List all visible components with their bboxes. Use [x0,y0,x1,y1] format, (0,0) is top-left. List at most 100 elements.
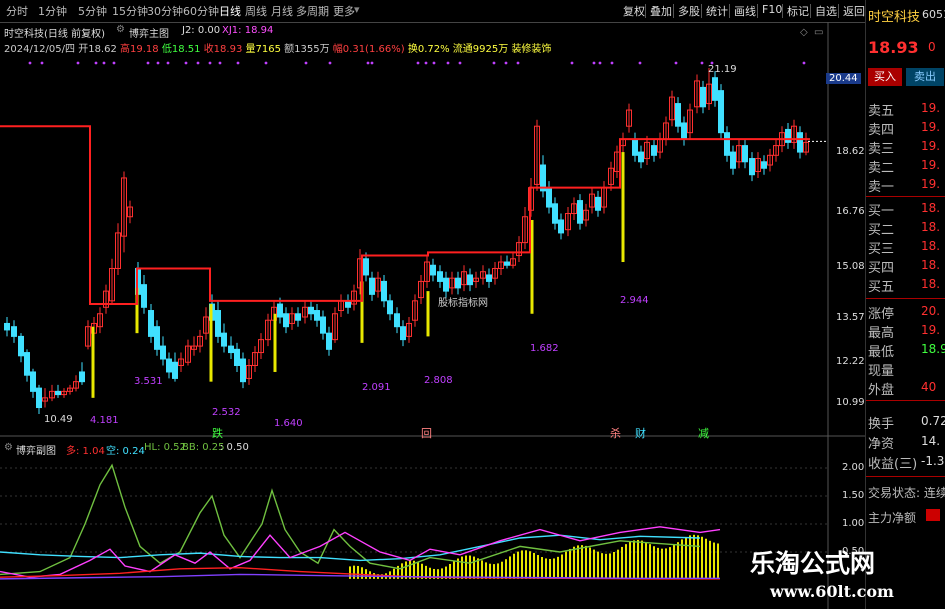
period-tab-5min[interactable]: 5分钟 [78,3,107,19]
price-axis-label: 18.62 [836,146,865,157]
sell-level-2: 卖二 [868,161,895,176]
signal-dot [146,61,150,65]
signal-dot [28,61,32,65]
period-tab-1min[interactable]: 1分钟 [38,3,67,19]
watermark-center-text: 股标指标网 [438,298,488,309]
candle-body [443,277,449,292]
sub-indicator-name[interactable]: 博弈副图 [16,442,56,457]
draw-line-button[interactable]: 画线 [734,3,756,19]
candle-body [724,132,730,156]
main-net-flow[interactable]: 主力净额 [868,509,916,526]
candle-body [277,303,283,318]
back-button[interactable]: 返回 [843,3,865,19]
kline-chart[interactable] [0,22,865,609]
favorite-button[interactable]: 自选 [815,3,837,19]
stat-limit-up: 涨停 [868,307,895,322]
signal-dot [570,61,574,65]
candle-body [363,258,369,276]
signal-dot [674,61,678,65]
signal-dot [432,61,436,65]
multi-stock-button[interactable]: 多股 [678,3,700,19]
candle-body [675,103,681,127]
period-tab-15min[interactable]: 15分钟 [112,3,148,19]
bottom-number-label: 1.682 [530,343,559,354]
overlay-button[interactable]: 叠加 [650,3,672,19]
candle-body [141,284,147,308]
bottom-number-label: 3.531 [134,376,163,387]
sell-level-5: 卖五 [868,104,895,119]
signal-label: 回 [421,427,432,440]
expand-icon[interactable]: ◇ [800,27,808,38]
stock-code: 6051 [922,8,945,21]
bb-value: BB: 0.25 [182,442,225,453]
signal-dot [328,61,332,65]
candle-body [742,145,748,163]
candle-body [381,280,387,302]
more-dropdown-icon[interactable]: ▾ [354,3,360,16]
period-tab-fenshi[interactable]: 分时 [6,3,28,19]
candle-body [400,326,406,341]
period-tab-60min[interactable]: 60分钟 [183,3,219,19]
signal-dot [166,61,170,65]
buy-button[interactable]: 买入 [868,68,902,86]
buy-level-2: 买二 [868,223,895,238]
f10-button[interactable]: F10 [762,3,782,16]
stat-high: 最高 [868,326,895,341]
fuquan-button[interactable]: 复权 [623,3,645,19]
candle-body [320,316,326,334]
stat-outer: 外盘 [868,383,895,398]
price-axis-label: 15.08 [836,261,865,272]
candle-body [160,345,166,360]
period-tab-weekly[interactable]: 周线 [245,3,267,19]
signal-dot [638,61,642,65]
period-toolbar: 分时 1分钟 5分钟 15分钟 30分钟 60分钟 日线 周线 月线 多周期 更… [0,0,865,23]
signal-dot [236,61,240,65]
stats-button[interactable]: 统计 [706,3,728,19]
period-tab-30min[interactable]: 30分钟 [147,3,183,19]
price-change: 0 [928,40,936,54]
indicator-settings-icon[interactable]: ⚙ [116,24,125,35]
candle-body [638,151,644,163]
period-tab-monthly[interactable]: 月线 [271,3,293,19]
candle-body [467,274,473,286]
candle-body [234,348,240,366]
sub-indicator-settings-icon[interactable]: ⚙ [4,442,13,453]
signal-dot [592,61,596,65]
period-tab-daily[interactable]: 日线 [219,3,241,19]
mark-button[interactable]: 标记 [787,3,809,19]
candle-body [36,387,42,409]
signal-bar [273,313,277,372]
candle-body [455,277,461,289]
candle-body [558,219,564,234]
bottom-number-label: 2.808 [424,375,453,386]
signal-dot [112,61,116,65]
candle-body [718,90,724,134]
period-tab-multi[interactable]: 多周期 [296,3,329,19]
sell-level-4: 卖四 [868,123,895,138]
candle-body [546,187,552,208]
signal-dot [598,61,602,65]
sub-axis-label: 2.00 [842,462,865,473]
duo-value: 多: 1.04 [66,446,105,457]
collapse-icon[interactable]: ▭ [814,27,823,38]
signal-dot [424,61,428,65]
signal-dot [700,61,704,65]
candle-body [79,371,85,383]
sell-button[interactable]: 卖出 [906,68,944,86]
candle-body [308,306,314,315]
candle-body [215,310,221,337]
j2-value: J2: 0.00 [182,25,221,36]
buy-level-3: 买三 [868,242,895,257]
candle-body [283,313,289,328]
bottom-number-label: 2.091 [362,382,391,393]
candle-body [369,277,375,295]
bottom-number-label: 4.181 [90,415,119,426]
period-tab-more[interactable]: 更多 [333,3,355,19]
stock-name: 时空科技 [868,10,921,25]
sub-axis-label: 1.00 [842,518,865,529]
signal-dot [102,61,106,65]
candle-body [172,361,178,379]
signal-dot [94,61,98,65]
main-indicator-name[interactable]: 博弈主图 [129,25,169,40]
signal-dot [458,61,462,65]
